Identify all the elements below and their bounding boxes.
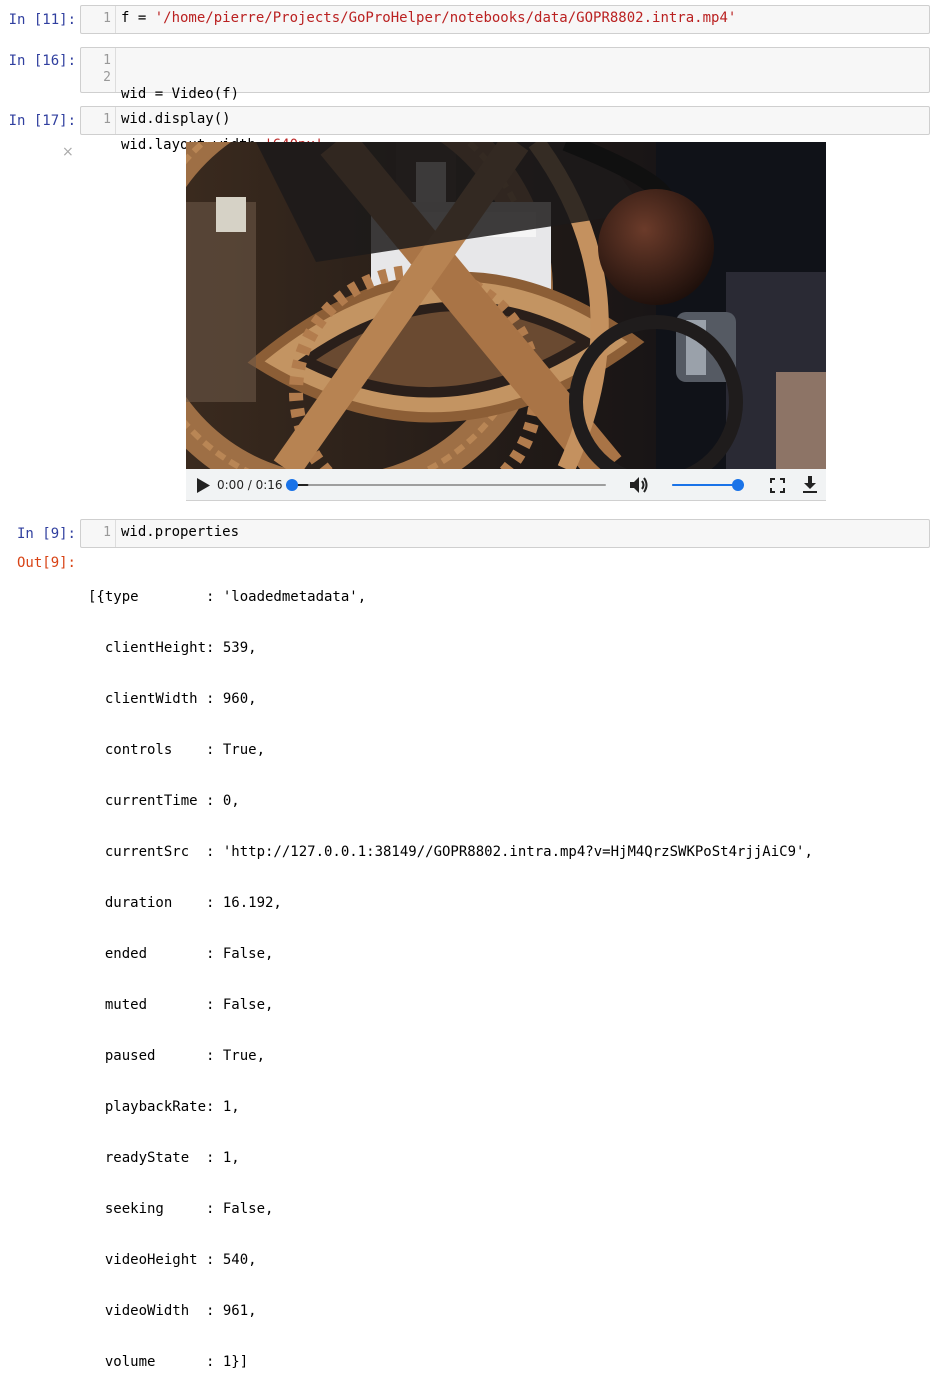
line-numbers: 1 bbox=[103, 525, 111, 540]
code-editor[interactable]: f = '/home/pierre/Projects/GoProHelper/n… bbox=[121, 10, 736, 27]
output-line: [{type : 'loadedmetadata', bbox=[88, 589, 367, 605]
code-cell[interactable]: 1 wid.properties bbox=[80, 519, 930, 548]
line-numbers: 1 bbox=[103, 11, 111, 26]
output-prompt: Out[9]: bbox=[16, 555, 76, 571]
volume-slider[interactable] bbox=[672, 477, 750, 493]
output-line: readyState : 1, bbox=[88, 1150, 240, 1166]
volume-thumb bbox=[732, 479, 744, 491]
code-cell[interactable]: 1 wid.display() bbox=[80, 106, 930, 135]
output-line: videoWidth : 961, bbox=[88, 1303, 257, 1319]
output-line: videoHeight : 540, bbox=[88, 1252, 257, 1268]
video-frame[interactable] bbox=[186, 142, 826, 469]
input-prompt: In [17]: bbox=[8, 113, 76, 129]
output-line: volume : 1}] bbox=[88, 1354, 249, 1370]
seek-bar[interactable] bbox=[286, 477, 610, 493]
output-text: [{type : 'loadedmetadata', clientHeight:… bbox=[88, 555, 813, 1388]
video-controls: 0:00 / 0:16 bbox=[186, 469, 826, 501]
download-icon[interactable] bbox=[802, 476, 818, 494]
output-line: ended : False, bbox=[88, 946, 274, 962]
line-numbers: 1 bbox=[103, 112, 111, 127]
output-line: playbackRate: 1, bbox=[88, 1099, 240, 1115]
output-line: seeking : False, bbox=[88, 1201, 274, 1217]
video-image bbox=[186, 142, 826, 469]
output-line: currentTime : 0, bbox=[88, 793, 240, 809]
output-line: paused : True, bbox=[88, 1048, 266, 1064]
output-line: currentSrc : 'http://127.0.0.1:38149//GO… bbox=[88, 844, 813, 860]
code-editor[interactable]: wid.display() bbox=[121, 111, 231, 128]
output-line: clientHeight: 539, bbox=[88, 640, 257, 656]
output-line: clientWidth : 960, bbox=[88, 691, 257, 707]
output-line: muted : False, bbox=[88, 997, 274, 1013]
fullscreen-icon[interactable] bbox=[770, 478, 785, 493]
code-editor[interactable]: wid.properties bbox=[121, 524, 239, 541]
input-prompt: In [11]: bbox=[8, 12, 76, 28]
input-prompt: In [9]: bbox=[16, 526, 76, 542]
seek-thumb bbox=[286, 479, 298, 491]
time-display: 0:00 / 0:16 bbox=[217, 478, 283, 492]
output-line: duration : 16.192, bbox=[88, 895, 282, 911]
play-icon[interactable] bbox=[197, 478, 210, 493]
code-cell[interactable]: 12 wid = Video(f) wid.layout.width='640p… bbox=[80, 47, 930, 153]
code-cell[interactable]: 1 f = '/home/pierre/Projects/GoProHelper… bbox=[80, 5, 930, 34]
output-line: controls : True, bbox=[88, 742, 266, 758]
close-output-icon[interactable]: × bbox=[62, 144, 74, 160]
input-prompt: In [16]: bbox=[8, 53, 76, 69]
line-numbers: 12 bbox=[103, 53, 111, 85]
volume-icon[interactable] bbox=[630, 476, 650, 494]
